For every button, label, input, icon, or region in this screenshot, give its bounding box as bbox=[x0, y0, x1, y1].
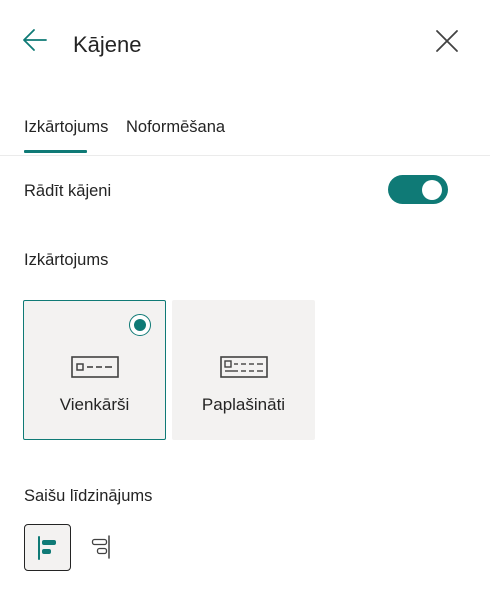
footer-simple-icon bbox=[71, 356, 119, 378]
link-alignment-label: Saišu līdzinājums bbox=[24, 487, 153, 505]
selected-tab-indicator bbox=[24, 150, 87, 153]
layout-section-label: Izkārtojums bbox=[24, 251, 109, 269]
back-button[interactable] bbox=[18, 24, 52, 58]
tab-layout[interactable]: Izkārtojums bbox=[24, 116, 108, 138]
toggle-knob bbox=[422, 179, 442, 200]
arrow-left-icon bbox=[23, 29, 47, 51]
layout-option-simple[interactable]: Vienkārši bbox=[23, 300, 166, 440]
tab-formatting[interactable]: Noformēšana bbox=[126, 116, 225, 138]
tabs-divider bbox=[0, 155, 490, 156]
align-right-button[interactable] bbox=[80, 524, 127, 571]
align-right-icon bbox=[91, 535, 110, 559]
layout-option-label: Vienkārši bbox=[59, 395, 130, 414]
layout-option-extended[interactable]: Paplašināti bbox=[172, 300, 315, 440]
show-footer-toggle[interactable] bbox=[388, 175, 448, 204]
footer-extended-icon bbox=[220, 356, 268, 378]
radio-dot bbox=[133, 318, 146, 331]
layout-option-label: Paplašināti bbox=[201, 395, 286, 414]
show-footer-label: Rādīt kājeni bbox=[24, 182, 112, 200]
align-left-button[interactable] bbox=[24, 524, 71, 571]
panel-title: Kājene bbox=[73, 32, 142, 57]
radio-selected-icon bbox=[129, 314, 151, 336]
close-icon bbox=[436, 30, 458, 52]
align-left-icon bbox=[38, 536, 56, 560]
close-button[interactable] bbox=[430, 26, 464, 60]
